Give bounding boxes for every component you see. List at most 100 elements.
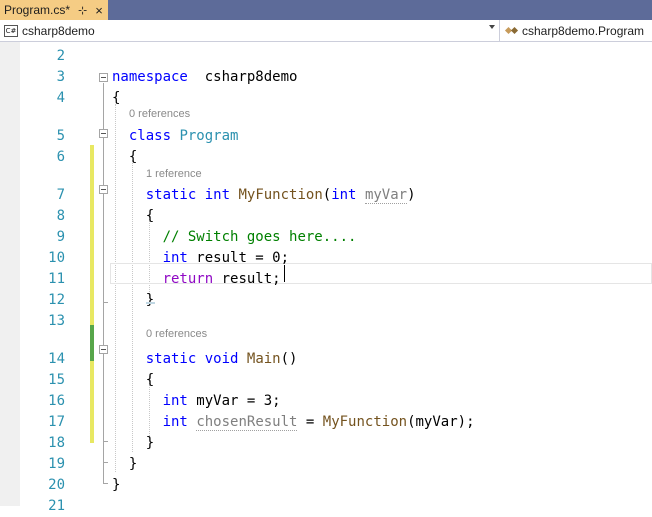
line-number: 15 bbox=[48, 372, 65, 388]
code-token: { bbox=[112, 90, 121, 106]
brace-match bbox=[146, 302, 155, 304]
code-token: { bbox=[112, 149, 138, 165]
line-number: 2 bbox=[56, 48, 65, 64]
chevron-down-icon bbox=[489, 25, 495, 29]
project-name: csharp8demo bbox=[22, 23, 95, 38]
code-line[interactable]: 10 int result = 0; bbox=[0, 248, 652, 269]
line-number: 9 bbox=[56, 229, 65, 245]
code-token: static bbox=[145, 351, 197, 367]
code-text: static int MyFunction(int myVar) bbox=[112, 185, 416, 206]
line-number: 8 bbox=[56, 208, 65, 224]
code-token: } bbox=[112, 292, 155, 308]
code-line[interactable]: 17 int chosenResult = MyFunction(myVar); bbox=[0, 412, 652, 433]
code-line[interactable]: 21 bbox=[0, 496, 652, 517]
tab-program-cs[interactable]: Program.cs* ⊹ × bbox=[0, 0, 108, 20]
code-line[interactable]: 14 static void Main() bbox=[0, 349, 652, 370]
code-token: } bbox=[112, 456, 138, 472]
code-text: } bbox=[112, 454, 137, 475]
line-number: 20 bbox=[48, 477, 65, 493]
code-line[interactable]: 8 { bbox=[0, 206, 652, 227]
code-token: int bbox=[331, 187, 357, 203]
code-token: csharp8demo bbox=[187, 69, 298, 85]
line-number: 6 bbox=[56, 149, 65, 165]
code-token: namespace bbox=[112, 69, 188, 85]
code-token: Program bbox=[179, 128, 239, 144]
code-line[interactable]: 7 static int MyFunction(int myVar) bbox=[0, 185, 652, 206]
code-token: ( bbox=[322, 187, 332, 203]
code-text: class Program bbox=[112, 126, 239, 147]
code-token: = bbox=[297, 414, 323, 430]
pin-icon[interactable]: ⊹ bbox=[78, 4, 87, 17]
code-text: { bbox=[112, 206, 154, 227]
code-text: { bbox=[112, 370, 154, 391]
line-number: 14 bbox=[48, 351, 65, 367]
line-number: 3 bbox=[56, 69, 65, 85]
line-number: 4 bbox=[56, 90, 65, 106]
code-token: { bbox=[112, 372, 155, 388]
code-text: int result = 0; bbox=[112, 248, 289, 269]
code-line[interactable]: 2 bbox=[0, 46, 652, 67]
close-icon[interactable]: × bbox=[95, 3, 103, 18]
code-token: (myVar); bbox=[407, 414, 475, 430]
tab-strip: Program.cs* ⊹ × bbox=[0, 0, 652, 20]
code-token: int bbox=[162, 393, 188, 409]
code-line[interactable]: 20} bbox=[0, 475, 652, 496]
code-text: { bbox=[112, 147, 137, 168]
code-token: MyFunction bbox=[238, 187, 323, 203]
code-line[interactable]: 11 return result; bbox=[0, 269, 652, 290]
code-line[interactable]: 9 // Switch goes here.... bbox=[0, 227, 652, 248]
line-number: 7 bbox=[56, 187, 65, 203]
code-token: } bbox=[112, 435, 155, 451]
code-text: // Switch goes here.... bbox=[112, 227, 357, 248]
code-editor[interactable]: 0 references 1 reference 0 references 23… bbox=[0, 42, 652, 514]
code-line[interactable]: 16 int myVar = 3; bbox=[0, 391, 652, 412]
code-text: namespace csharp8demo bbox=[112, 67, 297, 88]
code-text: } bbox=[112, 475, 120, 496]
code-token: result = 0; bbox=[187, 250, 290, 266]
code-line[interactable]: 6 { bbox=[0, 147, 652, 168]
code-line[interactable]: 3 namespace csharp8demo bbox=[0, 67, 652, 88]
code-text: static void Main() bbox=[112, 349, 298, 370]
code-token: chosenResult bbox=[196, 414, 298, 431]
code-token: { bbox=[112, 208, 155, 224]
code-line[interactable]: 13 bbox=[0, 311, 652, 332]
line-number: 10 bbox=[48, 250, 65, 266]
line-number: 17 bbox=[48, 414, 65, 430]
code-token: static bbox=[145, 187, 197, 203]
code-text: int chosenResult = MyFunction(myVar); bbox=[112, 412, 475, 433]
type-name: csharp8demo.Program bbox=[522, 23, 645, 38]
code-line[interactable]: 4{ bbox=[0, 88, 652, 109]
code-line[interactable]: 19 } bbox=[0, 454, 652, 475]
code-token: myVar bbox=[364, 187, 408, 204]
code-token: () bbox=[280, 351, 298, 367]
type-dropdown[interactable]: csharp8demo.Program bbox=[501, 20, 652, 41]
csharp-project-icon: C# bbox=[4, 24, 18, 37]
line-number: 13 bbox=[48, 313, 65, 329]
code-text: int myVar = 3; bbox=[112, 391, 281, 412]
class-icon bbox=[506, 26, 518, 36]
codelens-references[interactable]: 0 references bbox=[129, 107, 190, 121]
code-line[interactable]: 15 { bbox=[0, 370, 652, 391]
code-line[interactable]: 18 } bbox=[0, 433, 652, 454]
code-token: int bbox=[162, 414, 188, 430]
codelens-references[interactable]: 1 reference bbox=[146, 167, 202, 181]
code-line[interactable]: 12 } bbox=[0, 290, 652, 311]
code-text: } bbox=[112, 433, 154, 454]
tab-title: Program.cs* bbox=[4, 3, 71, 17]
code-token: class bbox=[128, 128, 172, 144]
project-dropdown[interactable]: C# csharp8demo bbox=[0, 20, 500, 41]
code-token: Main bbox=[246, 351, 281, 367]
code-token: result; bbox=[213, 271, 281, 287]
code-line[interactable]: 5 class Program bbox=[0, 126, 652, 147]
code-token: // Switch goes here.... bbox=[162, 229, 357, 245]
